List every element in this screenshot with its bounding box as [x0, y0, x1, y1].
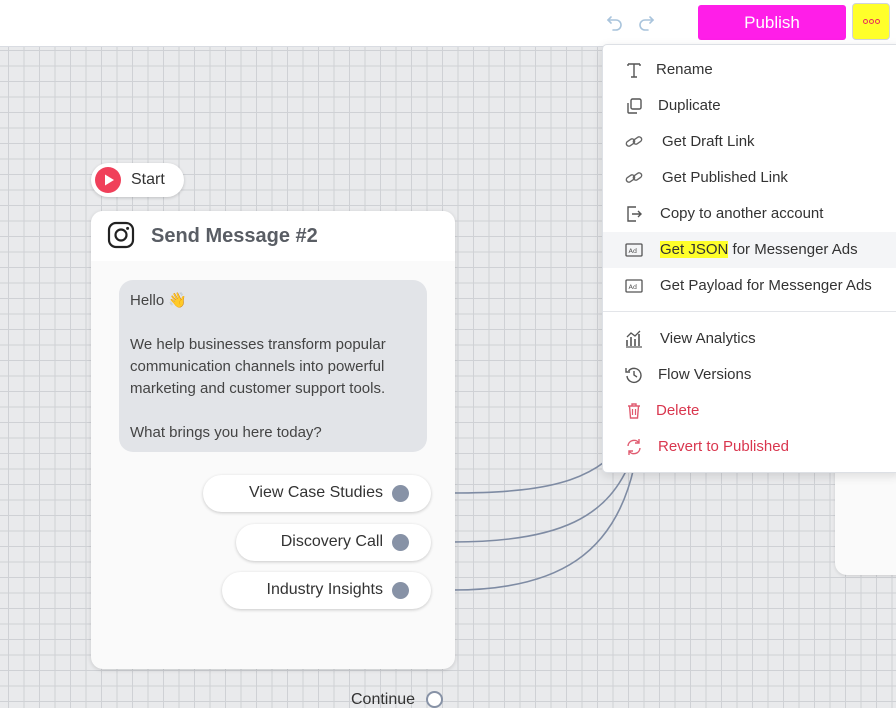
button-industry-insights[interactable]: Industry Insights: [222, 572, 431, 609]
redo-icon[interactable]: [636, 12, 656, 32]
start-node[interactable]: Start: [91, 163, 184, 197]
menu-item-view-analytics[interactable]: View Analytics: [603, 321, 896, 357]
button-label: Discovery Call: [280, 533, 383, 550]
history-icon: [625, 367, 642, 384]
menu-item-get-json[interactable]: Ad Get JSON for Messenger Ads: [603, 232, 896, 268]
menu-item-revert[interactable]: Revert to Published: [603, 429, 896, 465]
menu-item-label: Duplicate: [658, 97, 721, 114]
send-message-node[interactable]: Send Message #2 Hello 👋 We help business…: [91, 211, 455, 708]
revert-icon: [627, 439, 641, 455]
message-bubble[interactable]: Hello 👋 We help businesses transform pop…: [119, 280, 427, 452]
message-question: What brings you here today?: [130, 424, 322, 441]
menu-item-copy-to-account[interactable]: Copy to another account: [603, 196, 896, 232]
button-discovery-call[interactable]: Discovery Call: [236, 524, 431, 561]
menu-item-label: Flow Versions: [658, 366, 752, 383]
menu-item-label: Copy to another account: [660, 205, 824, 222]
continue-port[interactable]: [426, 691, 443, 708]
connection-port[interactable]: [392, 485, 409, 502]
connection-port[interactable]: [392, 582, 409, 599]
connection-port[interactable]: [392, 534, 409, 551]
link-icon: [625, 136, 643, 147]
top-toolbar: Publish: [0, 0, 896, 47]
menu-item-get-draft-link[interactable]: Get Draft Link: [603, 124, 896, 160]
menu-item-duplicate[interactable]: Duplicate: [603, 88, 896, 124]
menu-item-rename[interactable]: Rename: [603, 52, 896, 88]
node-header: Send Message #2: [91, 211, 455, 261]
menu-item-flow-versions[interactable]: Flow Versions: [603, 357, 896, 393]
start-label: Start: [131, 171, 165, 188]
more-options-button[interactable]: [852, 3, 890, 40]
instagram-icon: [107, 221, 135, 249]
publish-button[interactable]: Publish: [698, 5, 846, 40]
menu-item-label: Rename: [656, 61, 713, 78]
undo-icon[interactable]: [605, 12, 625, 32]
play-icon: [95, 167, 121, 193]
analytics-icon: [626, 330, 642, 348]
text-icon: [627, 63, 641, 78]
trash-icon: [628, 403, 640, 419]
menu-item-label: Get Published Link: [662, 169, 788, 186]
copy-icon: [627, 98, 642, 114]
menu-item-delete[interactable]: Delete: [603, 393, 896, 429]
menu-item-label: View Analytics: [660, 330, 756, 347]
button-label: Industry Insights: [266, 581, 384, 598]
ad-icon: Ad: [625, 243, 643, 257]
export-icon: [627, 206, 642, 222]
menu-divider: [603, 311, 896, 312]
message-body: We help businesses transform popular com…: [130, 336, 386, 397]
svg-text:Ad: Ad: [629, 247, 637, 255]
highlighted-label: Get JSON: [660, 241, 729, 258]
node-title: Send Message #2: [151, 225, 318, 247]
menu-item-label: Get Draft Link: [662, 133, 755, 150]
menu-item-get-payload[interactable]: Ad Get Payload for Messenger Ads: [603, 268, 896, 304]
more-dots-icon: [862, 19, 868, 24]
menu-item-label: for Messenger Ads: [728, 241, 858, 258]
ad-icon: Ad: [625, 279, 643, 293]
menu-item-label: Revert to Published: [658, 438, 789, 455]
button-view-case-studies[interactable]: View Case Studies: [203, 475, 431, 512]
svg-text:Ad: Ad: [629, 283, 637, 291]
menu-item-label: Get Payload for Messenger Ads: [660, 277, 872, 294]
continue-label: Continue: [351, 691, 416, 708]
button-label: View Case Studies: [249, 484, 383, 501]
menu-item-get-published-link[interactable]: Get Published Link: [603, 160, 896, 196]
menu-item-label: Delete: [656, 402, 700, 419]
options-menu: Rename Duplicate Get Draft Link Get Publ…: [602, 44, 896, 473]
link-icon: [625, 172, 643, 183]
message-greeting: Hello 👋: [130, 292, 188, 309]
